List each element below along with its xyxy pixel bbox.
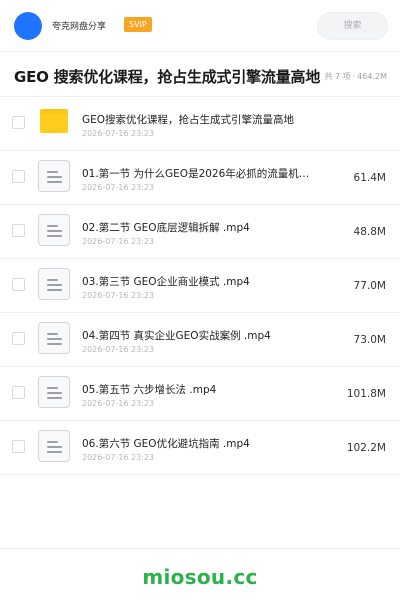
item-name: 04.第四节 真实企业GEO实战案例 .mp4 — [82, 330, 271, 342]
item-name: 03.第三节 GEO企业商业模式 .mp4 — [82, 276, 250, 288]
item-date: 2026-07-16 23:23 — [82, 453, 155, 462]
svip-badge: SVIP — [124, 17, 152, 32]
item-date: 2026-07-16 23:23 — [82, 291, 155, 300]
list-item-file[interactable]: 03.第三节 GEO企业商业模式 .mp4 2026-07-16 23:23 7… — [0, 259, 400, 313]
item-date: 2026-07-16 23:23 — [82, 399, 155, 408]
item-size: 101.8M — [346, 388, 386, 400]
folder-icon — [40, 109, 68, 133]
summary-separator: · — [352, 72, 356, 81]
video-file-icon — [38, 214, 70, 246]
item-size: 77.0M — [353, 280, 386, 292]
item-size: 48.8M — [353, 226, 386, 238]
share-summary: 共 7 项 · 464.2M — [324, 71, 387, 82]
item-checkbox[interactable] — [12, 170, 25, 183]
list-item-file[interactable]: 02.第二节 GEO底层逻辑拆解 .mp4 2026-07-16 23:23 4… — [0, 205, 400, 259]
item-checkbox[interactable] — [12, 386, 25, 399]
list-item-folder[interactable]: GEO搜索优化课程，抢占生成式引擎流量高地 2026-07-16 23:23 — [0, 97, 400, 151]
item-checkbox[interactable] — [12, 278, 25, 291]
share-name: 夸克网盘分享 — [52, 22, 107, 32]
item-name: 02.第二节 GEO底层逻辑拆解 .mp4 — [82, 222, 250, 234]
search-input[interactable]: 搜索 — [317, 12, 388, 40]
header: 夸克网盘分享 SVIP 搜索 — [0, 0, 400, 52]
item-date: 2026-07-16 23:23 — [82, 345, 155, 354]
item-date: 2026-07-16 23:23 — [82, 237, 155, 246]
item-date: 2026-07-16 23:23 — [82, 129, 155, 138]
video-file-icon — [38, 430, 70, 462]
item-size: 73.0M — [353, 334, 386, 346]
item-name: 05.第五节 六步增长法 .mp4 — [82, 384, 217, 396]
file-list: GEO搜索优化课程，抢占生成式引擎流量高地 2026-07-16 23:23 0… — [0, 97, 400, 475]
video-file-icon — [38, 268, 70, 300]
item-date: 2026-07-16 23:23 — [82, 183, 155, 192]
list-item-file[interactable]: 04.第四节 真实企业GEO实战案例 .mp4 2026-07-16 23:23… — [0, 313, 400, 367]
footer: miosou.cc — [0, 548, 400, 600]
item-name: 06.第六节 GEO优化避坑指南 .mp4 — [82, 438, 250, 450]
avatar[interactable] — [14, 12, 42, 40]
video-file-icon — [38, 376, 70, 408]
item-name: GEO搜索优化课程，抢占生成式引擎流量高地 — [82, 114, 295, 126]
item-checkbox[interactable] — [12, 224, 25, 237]
list-item-file[interactable]: 01.第一节 为什么GEO是2026年必抓的流量机… 2026-07-16 23… — [0, 151, 400, 205]
page-title: GEO 搜索优化课程，抢占生成式引擎流量高地 — [14, 68, 321, 86]
brand-logo-text[interactable]: miosou.cc — [142, 565, 257, 589]
item-checkbox[interactable] — [12, 116, 25, 129]
item-size: 61.4M — [353, 172, 386, 184]
title-bar: GEO 搜索优化课程，抢占生成式引擎流量高地 共 7 项 · 464.2M — [0, 52, 400, 97]
video-file-icon — [38, 322, 70, 354]
list-item-file[interactable]: 06.第六节 GEO优化避坑指南 .mp4 2026-07-16 23:23 1… — [0, 421, 400, 475]
item-count: 共 7 项 — [324, 72, 351, 81]
item-name: 01.第一节 为什么GEO是2026年必抓的流量机… — [82, 168, 310, 180]
item-checkbox[interactable] — [12, 440, 25, 453]
item-checkbox[interactable] — [12, 332, 25, 345]
video-file-icon — [38, 160, 70, 192]
list-item-file[interactable]: 05.第五节 六步增长法 .mp4 2026-07-16 23:23 101.8… — [0, 367, 400, 421]
total-size: 464.2M — [357, 72, 387, 81]
item-size: 102.2M — [346, 442, 386, 454]
